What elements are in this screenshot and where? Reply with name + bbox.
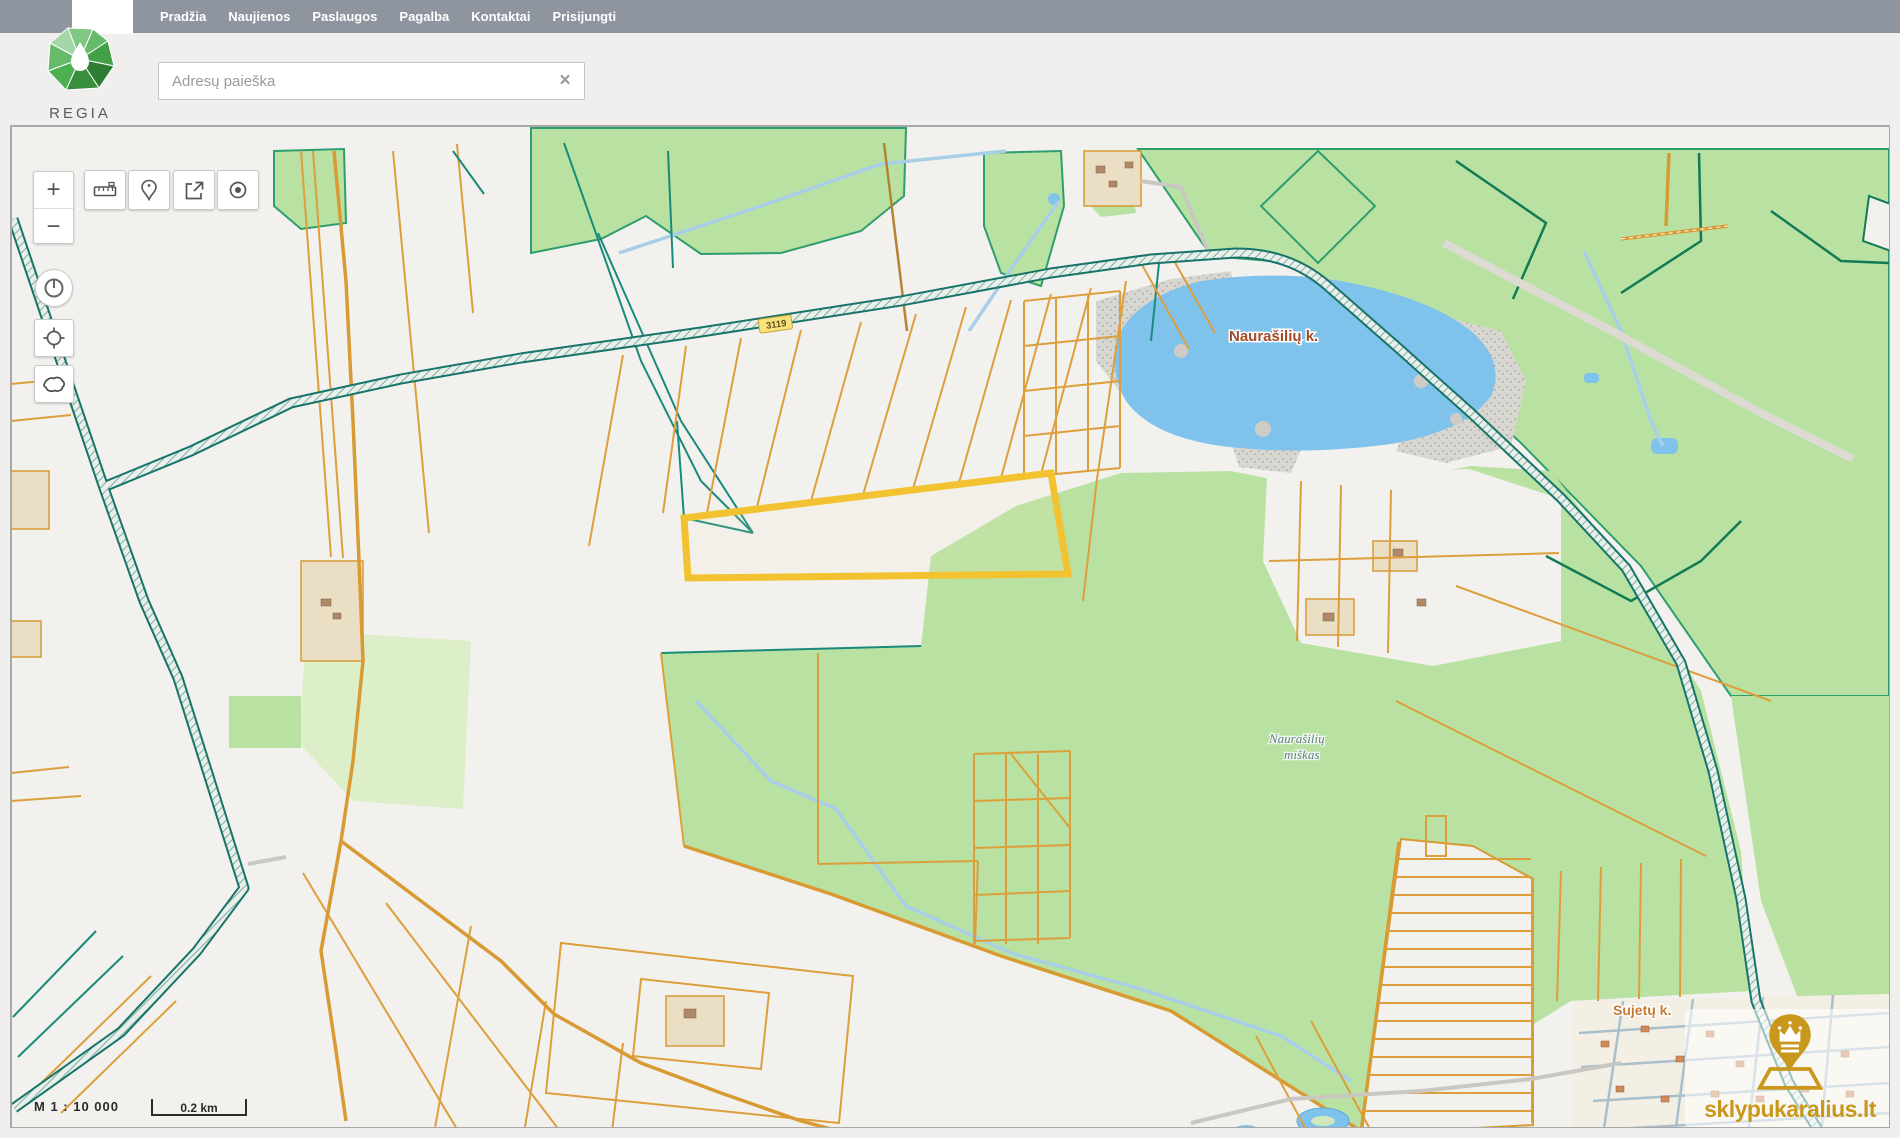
nav-item-pradzia[interactable]: Pradžia [160, 9, 206, 24]
main-menu: Pradžia Naujienos Paslaugos Pagalba Kont… [160, 0, 616, 33]
zoom-in-button[interactable]: + [34, 172, 73, 208]
marker-button[interactable] [128, 170, 170, 210]
locate-button[interactable] [217, 170, 259, 210]
zoom-out-button[interactable]: − [34, 209, 73, 245]
search-input[interactable] [158, 62, 585, 100]
measure-icon [93, 181, 117, 199]
address-search: × [158, 62, 585, 100]
search-clear-icon[interactable]: × [553, 69, 577, 93]
export-icon [183, 179, 206, 202]
map-scale-ratio: M 1 : 10 000 [34, 1099, 119, 1114]
export-button[interactable] [173, 170, 215, 210]
lithuania-extent-icon [42, 374, 66, 394]
time-slider-button[interactable] [35, 269, 73, 307]
nav-item-prisijungti[interactable]: Prisijungti [553, 9, 617, 24]
top-navbar: Pradžia Naujienos Paslaugos Pagalba Kont… [0, 0, 1900, 33]
label-village-north: Naurašilių k. [1229, 328, 1318, 345]
regia-logo[interactable]: REGIA [42, 26, 118, 122]
label-forest-line1: Naurašilių [1268, 731, 1325, 746]
label-forest-line2: miškas [1284, 747, 1319, 762]
crown-pin-icon [1757, 1011, 1823, 1093]
crosshair-icon [42, 326, 66, 350]
nav-item-pagalba[interactable]: Pagalba [399, 9, 449, 24]
marker-icon [140, 179, 158, 201]
page: Pradžia Naujienos Paslaugos Pagalba Kont… [0, 0, 1900, 1138]
map-scale-bar: 0.2 km [151, 1099, 247, 1116]
lithuania-extent-button[interactable] [34, 365, 74, 403]
regia-gem-icon [42, 26, 118, 94]
zoom-control: + − [33, 171, 74, 244]
label-village-southeast: Sujetų k. [1613, 1002, 1671, 1018]
measure-button[interactable] [84, 170, 126, 210]
sklypukaralius-watermark: sklypukaralius.lt [1685, 1009, 1890, 1128]
map-container: Naurašilių k. Naurašilių miškas Sujetų k… [10, 125, 1890, 1128]
map-canvas[interactable]: Naurašilių k. Naurašilių miškas Sujetų k… [11, 126, 1890, 1128]
crosshair-button[interactable] [34, 319, 74, 357]
nav-item-kontaktai[interactable]: Kontaktai [471, 9, 530, 24]
logo-text: REGIA [42, 105, 118, 122]
nav-item-paslaugos[interactable]: Paslaugos [312, 9, 377, 24]
time-icon [43, 277, 65, 299]
locate-icon [227, 179, 249, 201]
nav-item-naujienos[interactable]: Naujienos [228, 9, 290, 24]
